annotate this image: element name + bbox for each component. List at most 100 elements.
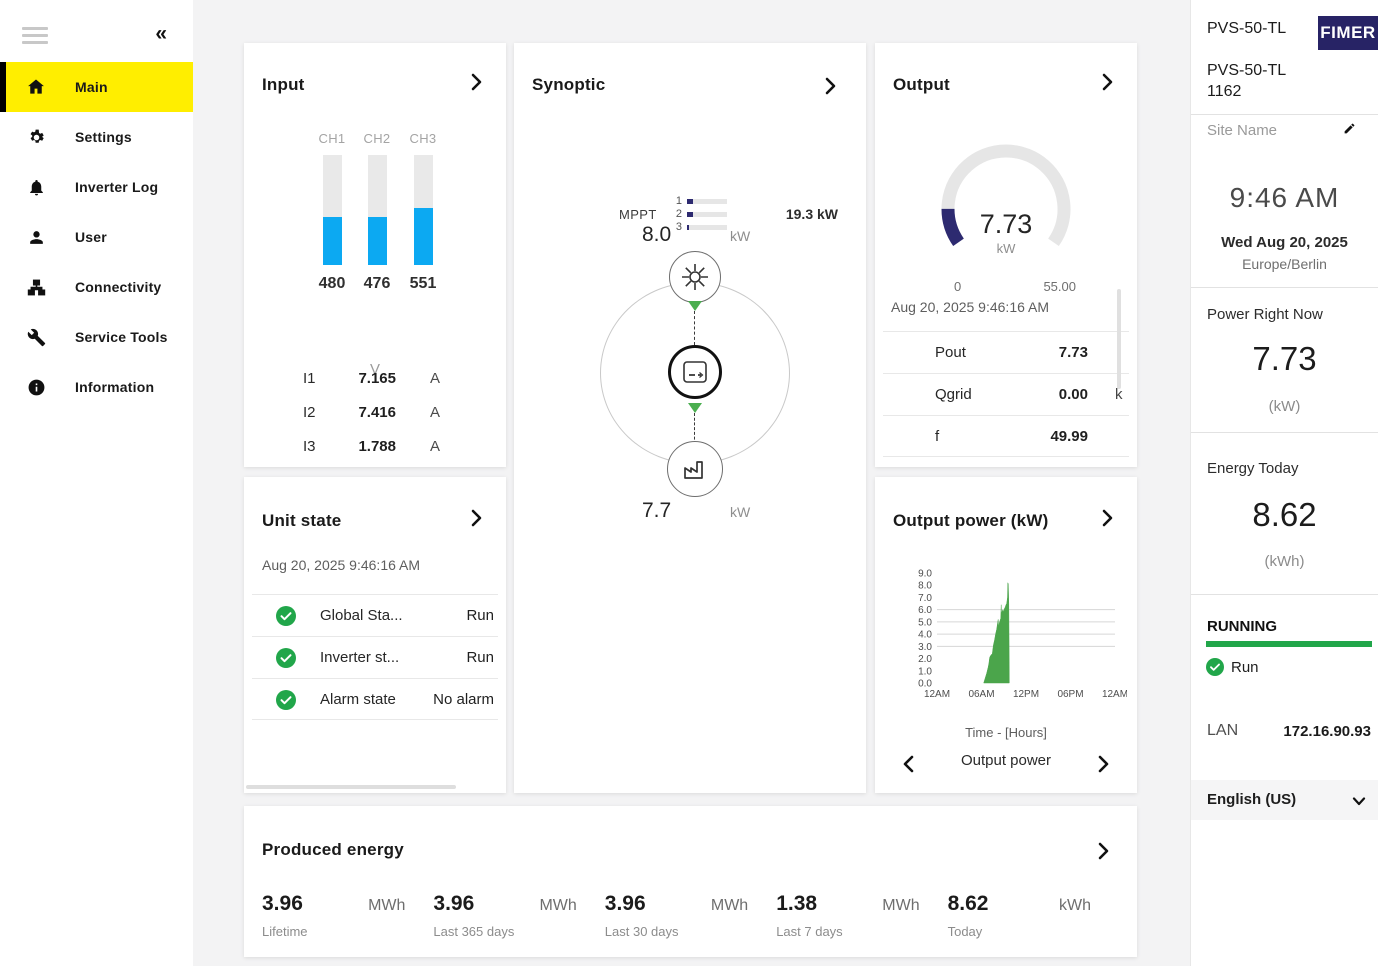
voltage-value: 551 [400, 275, 446, 293]
energy-today-label: Energy Today [1207, 460, 1298, 477]
flow-arrow-down-icon [688, 403, 702, 413]
chevron-right-icon[interactable] [825, 77, 836, 100]
sidebar-item-service-tools[interactable]: Service Tools [0, 312, 193, 362]
inverter-icon [668, 345, 722, 399]
energy-today-value: 8.62 [1191, 496, 1378, 534]
mppt-label: MPPT [619, 207, 657, 222]
language-selector[interactable]: English (US) [1191, 780, 1378, 820]
produced-energy-card: Produced energy 3.96MWh Lifetime 3.96MWh… [244, 806, 1137, 957]
site-name-placeholder[interactable]: Site Name [1207, 122, 1277, 139]
check-circle-icon [1206, 658, 1224, 681]
current-unit: A [430, 404, 440, 421]
svg-text:5.0: 5.0 [918, 617, 932, 628]
mppt-summary: MPPT 1 2 3 19.3 kW [514, 191, 866, 237]
status-label: Alarm state [320, 691, 396, 708]
info-icon [26, 377, 46, 397]
edit-pencil-icon[interactable] [1343, 122, 1356, 140]
device-name-line2: 1162 [1207, 81, 1286, 102]
voltage-bar [414, 155, 433, 265]
status-value: No alarm [433, 691, 494, 708]
output-card: Output 7.73 kW 0 55.00 Aug 20, 2025 9:46… [875, 43, 1137, 467]
sidebar-item-label: Settings [75, 129, 132, 145]
pv-power-unit: kW [730, 228, 750, 244]
svg-text:12AM: 12AM [924, 689, 950, 700]
output-power-gauge: 7.73 kW 0 55.00 [918, 131, 1094, 303]
svg-text:4.0: 4.0 [918, 630, 932, 641]
clock-time: 9:46 AM [1191, 182, 1378, 214]
energy-unit: MWh [368, 897, 405, 915]
card-title: Output power (kW) [893, 511, 1048, 531]
sidebar-item-user[interactable]: User [0, 212, 193, 262]
voltage-bar [368, 155, 387, 265]
divider [1191, 432, 1378, 433]
svg-text:2.0: 2.0 [918, 654, 932, 665]
scrollbar[interactable] [1117, 289, 1121, 389]
device-name-line1: PVS-50-TL [1207, 60, 1286, 81]
check-circle-icon [276, 606, 296, 631]
sidebar-header: « [0, 0, 193, 62]
sidebar-item-main[interactable]: Main [0, 62, 193, 112]
voltage-bar [323, 155, 342, 265]
svg-text:1.0: 1.0 [918, 666, 932, 677]
chevron-right-icon[interactable] [471, 509, 482, 532]
svg-text:8.0: 8.0 [918, 581, 932, 592]
row-value: 49.99 [993, 428, 1088, 445]
input-channel: CH2 476 [354, 131, 400, 293]
energy-unit: MWh [539, 897, 576, 915]
status-value: Run [466, 649, 494, 666]
sidebar-item-label: Connectivity [75, 279, 161, 295]
network-icon [26, 277, 46, 297]
sidebar-item-settings[interactable]: Settings [0, 112, 193, 162]
user-icon [26, 227, 46, 247]
x-axis-label: Time - [Hours] [875, 725, 1137, 740]
chevron-right-icon[interactable] [471, 73, 482, 96]
energy-period-label: Last 7 days [776, 924, 919, 939]
chevron-right-icon[interactable] [1098, 755, 1109, 778]
energy-item: 1.38MWh Last 7 days [776, 892, 947, 939]
gear-icon [26, 127, 46, 147]
row-value: 0.00 [993, 386, 1088, 403]
grid-power-value: 7.7 [642, 499, 671, 523]
output-power-card: Output power (kW) 0.01.02.03.04.05.06.07… [875, 477, 1137, 793]
current-row: I3 1.788 A [244, 438, 506, 472]
grid-power-unit: kW [730, 504, 750, 520]
flow-line [694, 311, 695, 345]
gauge-min: 0 [954, 279, 961, 294]
synoptic-card: Synoptic MPPT 1 2 3 19.3 kW 8.0 kW [514, 43, 866, 793]
row-value: 7.73 [993, 344, 1088, 361]
unit-state-card: Unit state Aug 20, 2025 9:46:16 AM Globa… [244, 477, 506, 793]
sidebar-item-connectivity[interactable]: Connectivity [0, 262, 193, 312]
lan-ip-address: 172.16.90.93 [1283, 723, 1371, 740]
input-card: Input CH1 480 CH2 476 CH3 551 V I1 7.165… [244, 43, 506, 467]
card-title: Produced energy [262, 840, 404, 860]
sidebar-item-information[interactable]: Information [0, 362, 193, 412]
svg-text:0.0: 0.0 [918, 679, 932, 690]
sidebar-item-label: User [75, 229, 107, 245]
right-sidebar: PVS-50-TL FIMER PVS-50-TL 1162 Site Name… [1190, 0, 1378, 966]
run-status: Run [1231, 659, 1259, 676]
fimer-logo: FIMER [1318, 16, 1378, 50]
current-value: 7.165 [308, 370, 396, 387]
row-label: f [935, 428, 939, 445]
status-label: Inverter st... [320, 649, 399, 666]
collapse-sidebar-icon[interactable]: « [155, 22, 167, 46]
timezone: Europe/Berlin [1191, 256, 1378, 272]
chevron-right-icon[interactable] [1102, 509, 1113, 532]
svg-text:3.0: 3.0 [918, 642, 932, 653]
scrollbar[interactable] [246, 785, 456, 789]
current-value: 7.416 [308, 404, 396, 421]
device-model: PVS-50-TL [1207, 20, 1286, 38]
hamburger-menu-icon[interactable] [22, 27, 48, 48]
current-value: 1.788 [308, 438, 396, 455]
chevron-right-icon[interactable] [1098, 842, 1109, 865]
energy-period-label: Last 365 days [433, 924, 576, 939]
row-label: Pout [935, 344, 966, 361]
flow-arrow-down-icon [688, 301, 702, 311]
divider [1191, 594, 1378, 595]
chevron-right-icon[interactable] [1102, 73, 1113, 96]
svg-text:9.0: 9.0 [918, 569, 932, 580]
current-row: I2 7.416 A [244, 404, 506, 438]
left-sidebar: « Main Settings Inverter Log User [0, 0, 193, 966]
table-row: Qgrid 0.00 k [883, 373, 1129, 415]
sidebar-item-inverter-log[interactable]: Inverter Log [0, 162, 193, 212]
